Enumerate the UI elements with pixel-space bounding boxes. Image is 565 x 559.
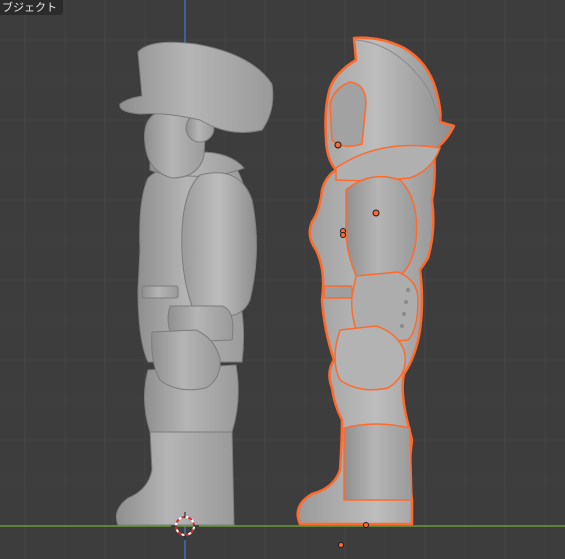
- viewport-grid: [0, 0, 565, 559]
- viewport-mode-label[interactable]: ブジェクト: [0, 0, 63, 15]
- 3d-viewport[interactable]: ブジェクト: [0, 0, 565, 559]
- soldier-figure[interactable]: [115, 41, 274, 526]
- knight-figure[interactable]: [296, 36, 456, 548]
- viewport-canvas[interactable]: [0, 0, 565, 559]
